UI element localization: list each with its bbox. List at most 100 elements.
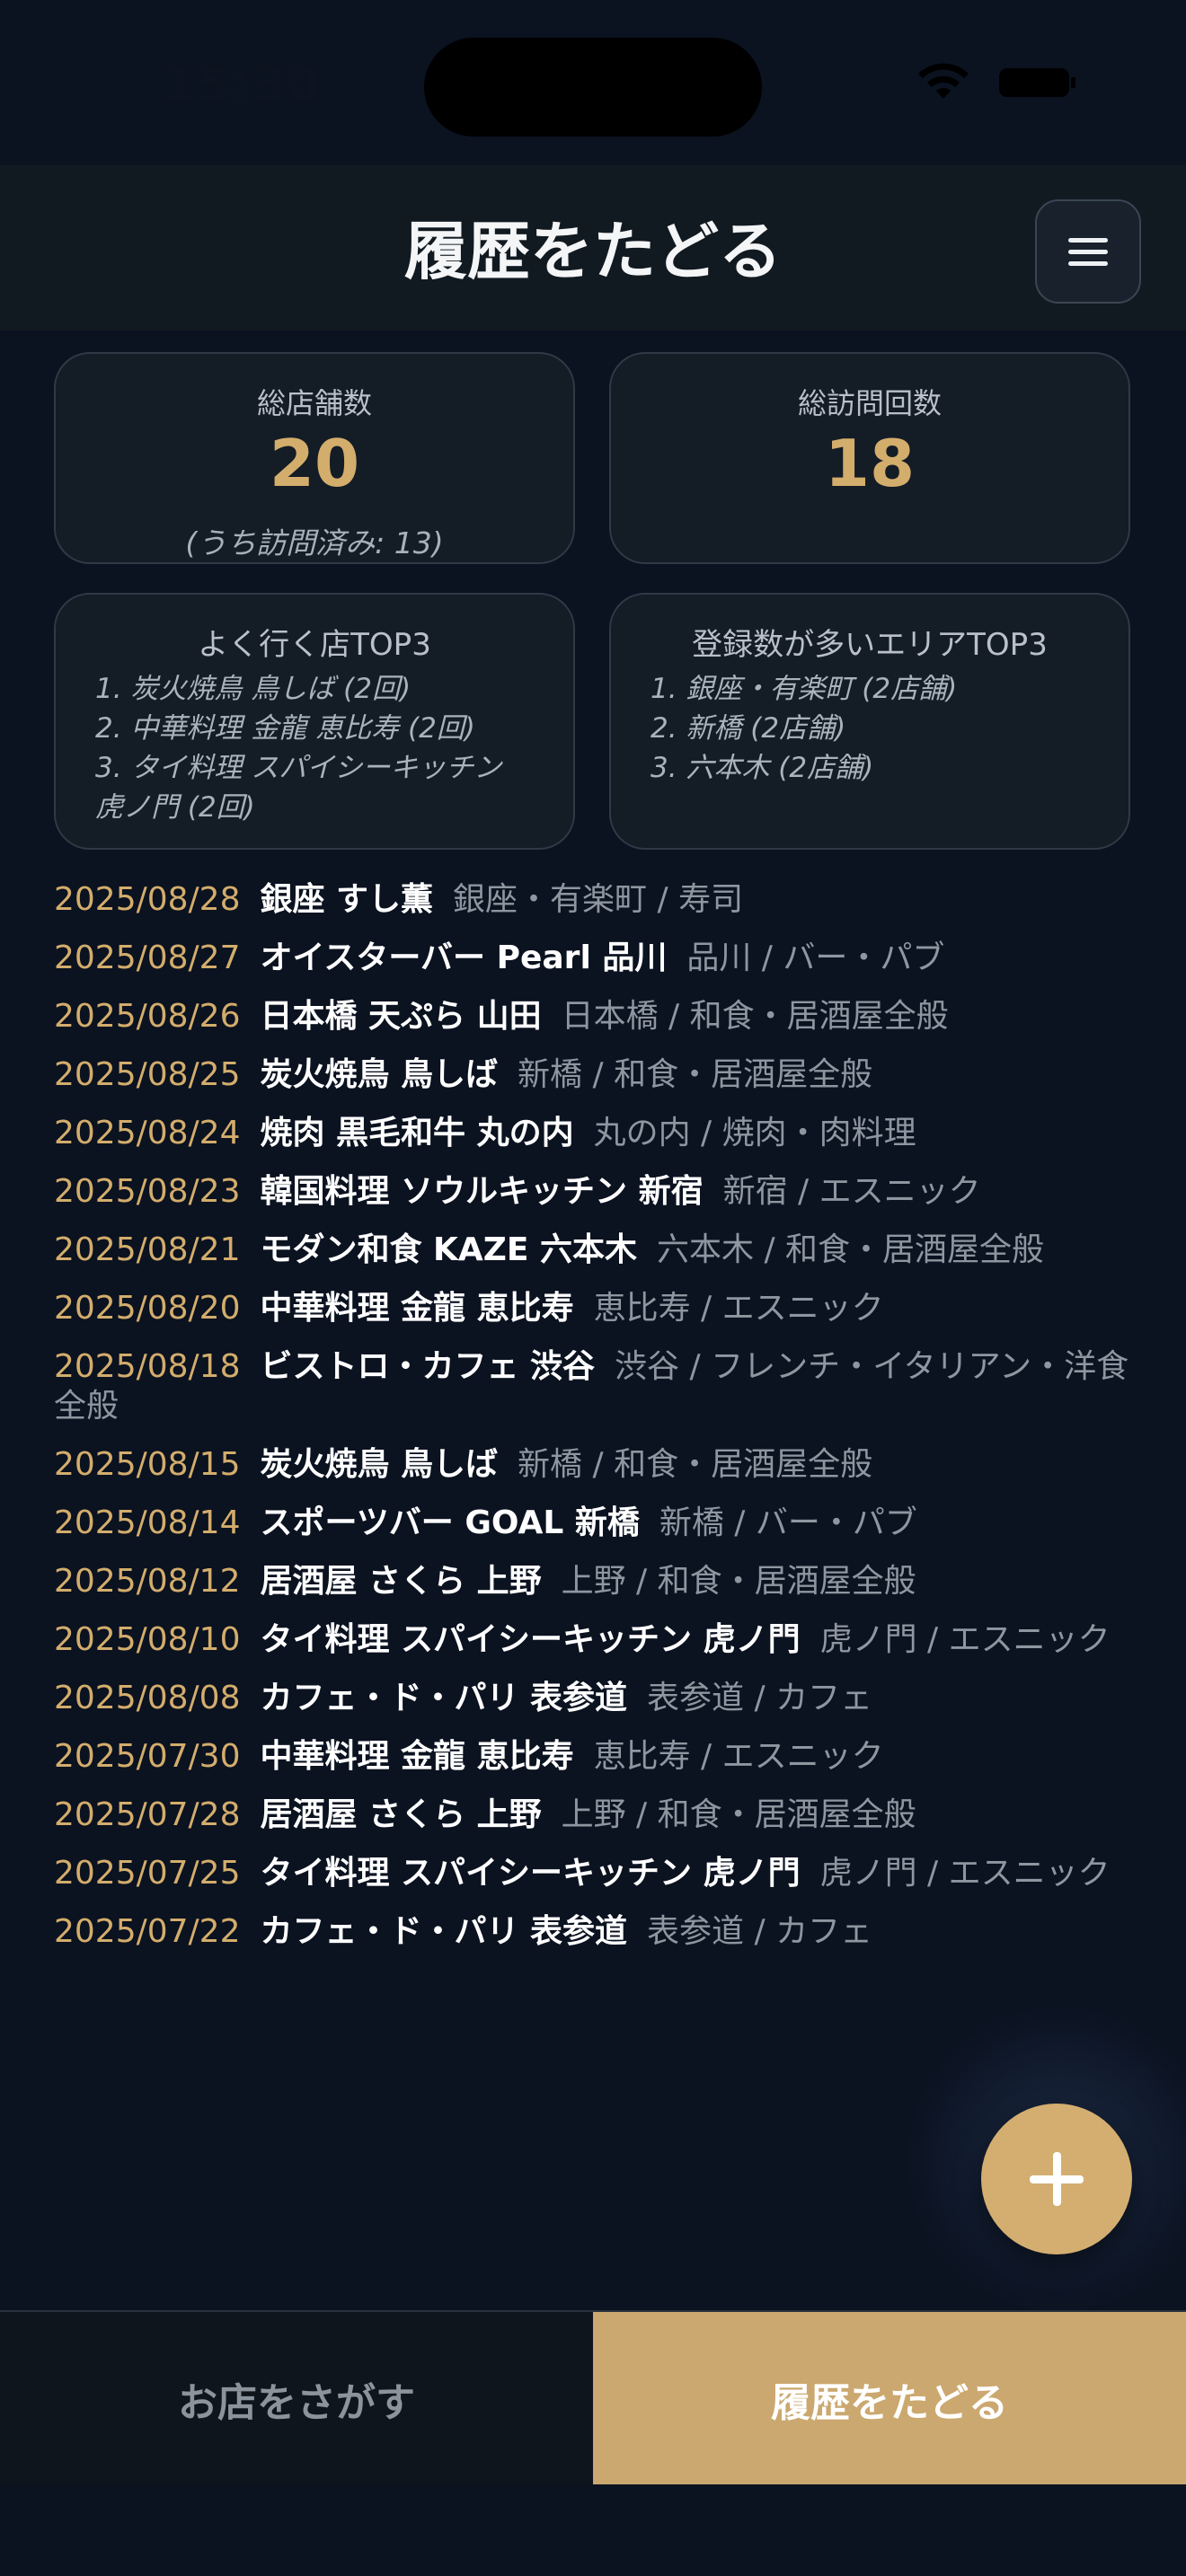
list-item[interactable]: 2025/08/26 日本橋 天ぷら 山田 日本橋 / 和食・居酒屋全般	[54, 997, 1132, 1037]
page-title: 履歴をたどる	[404, 215, 782, 288]
visit-date: 2025/08/20	[54, 1290, 241, 1327]
visit-date: 2025/08/08	[54, 1680, 241, 1716]
store-meta: 六本木 / 和食・居酒屋全般	[657, 1231, 1045, 1268]
store-name: ビストロ・カフェ 渋谷	[260, 1348, 596, 1385]
wifi-icon	[918, 63, 969, 99]
menu-icon	[1068, 231, 1108, 273]
store-name: モダン和食 KAZE 六本木	[260, 1231, 638, 1268]
store-name: 焼肉 黒毛和牛 丸の内	[260, 1115, 574, 1151]
menu-button[interactable]	[1035, 199, 1141, 304]
visit-date: 2025/08/25	[54, 1056, 241, 1093]
top-store-item: 3. タイ料理 スパイシーキッチン 虎ノ門 (2回)	[95, 752, 502, 824]
visit-date: 2025/08/10	[54, 1621, 241, 1658]
store-meta: 新宿 / エスニック	[722, 1173, 981, 1210]
dynamic-island	[424, 38, 762, 137]
list-item[interactable]: 2025/08/12 居酒屋 さくら 上野 上野 / 和食・居酒屋全般	[54, 1562, 1132, 1601]
top-area-item: 2. 新橋 (2店舗)	[651, 712, 846, 745]
top-areas-list: 1. 銀座・有楽町 (2店舗) 2. 新橋 (2店舗) 3. 六本木 (2店舗)	[611, 669, 1128, 788]
top-store-item: 2. 中華料理 金龍 恵比寿 (2回)	[95, 712, 475, 745]
list-item[interactable]: 2025/07/30 中華料理 金龍 恵比寿 恵比寿 / エスニック	[54, 1737, 1132, 1777]
tab-history[interactable]: 履歴をたどる	[593, 2312, 1186, 2486]
top-areas-title: 登録数が多いエリアTOP3	[692, 627, 1048, 663]
visit-date: 2025/08/18	[54, 1348, 241, 1385]
store-name: 日本橋 天ぷら 山田	[260, 998, 542, 1035]
store-meta: 虎ノ門 / エスニック	[819, 1621, 1111, 1658]
visit-date: 2025/08/23	[54, 1173, 241, 1210]
store-name: 韓国料理 ソウルキッチン 新宿	[260, 1173, 704, 1210]
store-meta: 上野 / 和食・居酒屋全般	[561, 1796, 916, 1833]
store-name: 居酒屋 さくら 上野	[260, 1796, 542, 1833]
total-visits-value: 18	[824, 426, 916, 501]
total-visits-label: 総訪問回数	[797, 386, 942, 420]
list-item[interactable]: 2025/08/25 炭火焼鳥 鳥しば 新橋 / 和食・居酒屋全般	[54, 1055, 1132, 1095]
history-list: 2025/08/28 銀座 すし薫 銀座・有楽町 / 寿司 2025/08/27 オイ…	[54, 880, 1132, 1971]
visit-date: 2025/08/24	[54, 1115, 241, 1151]
visit-date: 2025/07/22	[54, 1913, 241, 1950]
list-item[interactable]: 2025/07/28 居酒屋 さくら 上野 上野 / 和食・居酒屋全般	[54, 1795, 1132, 1835]
plus-icon	[1030, 2152, 1084, 2206]
top-stores-list: 1. 炭火焼鳥 鳥しば (2回) 2. 中華料理 金龍 恵比寿 (2回) 3. …	[56, 669, 573, 827]
store-meta: 新橋 / バー・パブ	[659, 1504, 917, 1541]
list-item[interactable]: 2025/08/27 オイスターバー Pearl 品川 品川 / バー・パブ	[54, 939, 1132, 978]
battery-icon	[999, 68, 1075, 97]
store-name: カフェ・ド・パリ 表参道	[260, 1913, 628, 1950]
list-item[interactable]: 2025/08/08 カフェ・ド・パリ 表参道 表参道 / カフェ	[54, 1679, 1132, 1718]
store-name: オイスターバー Pearl 品川	[260, 940, 668, 976]
visit-date: 2025/08/15	[54, 1446, 241, 1483]
top-stores-title: よく行く店TOP3	[198, 627, 431, 663]
store-meta: 新橋 / 和食・居酒屋全般	[518, 1056, 873, 1093]
total-stores-label: 総店舗数	[256, 386, 372, 420]
top-area-item: 1. 銀座・有楽町 (2店舗)	[651, 673, 958, 705]
add-button[interactable]	[981, 2104, 1132, 2254]
list-item[interactable]: 2025/08/24 焼肉 黒毛和牛 丸の内 丸の内 / 焼肉・肉料理	[54, 1114, 1132, 1153]
visit-date: 2025/07/25	[54, 1855, 241, 1892]
store-name: タイ料理 スパイシーキッチン 虎ノ門	[260, 1621, 801, 1658]
list-item[interactable]: 2025/08/10 タイ料理 スパイシーキッチン 虎ノ門 虎ノ門 / エスニック	[54, 1620, 1132, 1660]
visit-date: 2025/08/12	[54, 1563, 241, 1600]
list-item[interactable]: 2025/08/23 韓国料理 ソウルキッチン 新宿 新宿 / エスニック	[54, 1172, 1132, 1212]
list-item[interactable]: 2025/07/25 タイ料理 スパイシーキッチン 虎ノ門 虎ノ門 / エスニック	[54, 1854, 1132, 1893]
home-indicator-area	[0, 2484, 1186, 2576]
store-meta: 表参道 / カフェ	[647, 1913, 873, 1950]
list-item[interactable]: 2025/08/15 炭火焼鳥 鳥しば 新橋 / 和食・居酒屋全般	[54, 1445, 1132, 1485]
visit-date: 2025/07/28	[54, 1796, 241, 1833]
store-meta: 表参道 / カフェ	[647, 1680, 873, 1716]
store-meta: 品川 / バー・パブ	[686, 940, 945, 976]
top-areas-card: 登録数が多いエリアTOP3 1. 銀座・有楽町 (2店舗) 2. 新橋 (2店舗…	[609, 593, 1130, 850]
store-meta: 丸の内 / 焼肉・肉料理	[593, 1115, 916, 1151]
store-name: 中華料理 金龍 恵比寿	[260, 1290, 574, 1327]
store-name: カフェ・ド・パリ 表参道	[260, 1680, 628, 1716]
app-header: 履歴をたどる	[0, 165, 1186, 331]
list-item[interactable]: 2025/08/18 ビストロ・カフェ 渋谷 渋谷 / フレンチ・イタリアン・洋食全…	[54, 1347, 1132, 1426]
store-meta: 虎ノ門 / エスニック	[819, 1855, 1111, 1892]
total-stores-card: 総店舗数 20 (うち訪問済み: 13)	[54, 352, 575, 564]
visited-stores-note: (うち訪問済み: 13)	[185, 525, 444, 560]
visit-date: 2025/08/26	[54, 998, 241, 1035]
store-meta: 日本橋 / 和食・居酒屋全般	[561, 998, 949, 1035]
top-store-item: 1. 炭火焼鳥 鳥しば (2回)	[95, 673, 412, 705]
total-stores-value: 20	[269, 426, 360, 501]
store-meta: 上野 / 和食・居酒屋全般	[561, 1563, 916, 1600]
list-item[interactable]: 2025/08/20 中華料理 金龍 恵比寿 恵比寿 / エスニック	[54, 1289, 1132, 1328]
visit-date: 2025/08/14	[54, 1504, 241, 1541]
bottom-tab-bar: お店をさがす 履歴をたどる	[0, 2310, 1186, 2486]
store-name: 炭火焼鳥 鳥しば	[260, 1056, 499, 1093]
store-name: タイ料理 スパイシーキッチン 虎ノ門	[260, 1855, 801, 1892]
store-name: 居酒屋 さくら 上野	[260, 1563, 542, 1600]
visit-date: 2025/07/30	[54, 1738, 241, 1775]
store-meta: 銀座・有楽町 / 寿司	[453, 881, 744, 918]
status-icons	[916, 63, 1078, 102]
status-time: 15:30	[162, 56, 321, 112]
list-item[interactable]: 2025/08/21 モダン和食 KAZE 六本木 六本木 / 和食・居酒屋全般	[54, 1231, 1132, 1270]
store-meta: 新橋 / 和食・居酒屋全般	[518, 1446, 873, 1483]
top-area-item: 3. 六本木 (2店舗)	[651, 752, 874, 784]
list-item[interactable]: 2025/07/22 カフェ・ド・パリ 表参道 表参道 / カフェ	[54, 1912, 1132, 1952]
visit-date: 2025/08/28	[54, 881, 241, 918]
list-item[interactable]: 2025/08/14 スポーツバー GOAL 新橋 新橋 / バー・パブ	[54, 1504, 1132, 1543]
store-meta: 恵比寿 / エスニック	[593, 1738, 884, 1775]
tab-search[interactable]: お店をさがす	[0, 2312, 593, 2486]
store-name: 中華料理 金龍 恵比寿	[260, 1738, 574, 1775]
visit-date: 2025/08/21	[54, 1231, 241, 1268]
store-name: スポーツバー GOAL 新橋	[260, 1504, 640, 1541]
list-item[interactable]: 2025/08/28 銀座 すし薫 銀座・有楽町 / 寿司	[54, 880, 1132, 920]
